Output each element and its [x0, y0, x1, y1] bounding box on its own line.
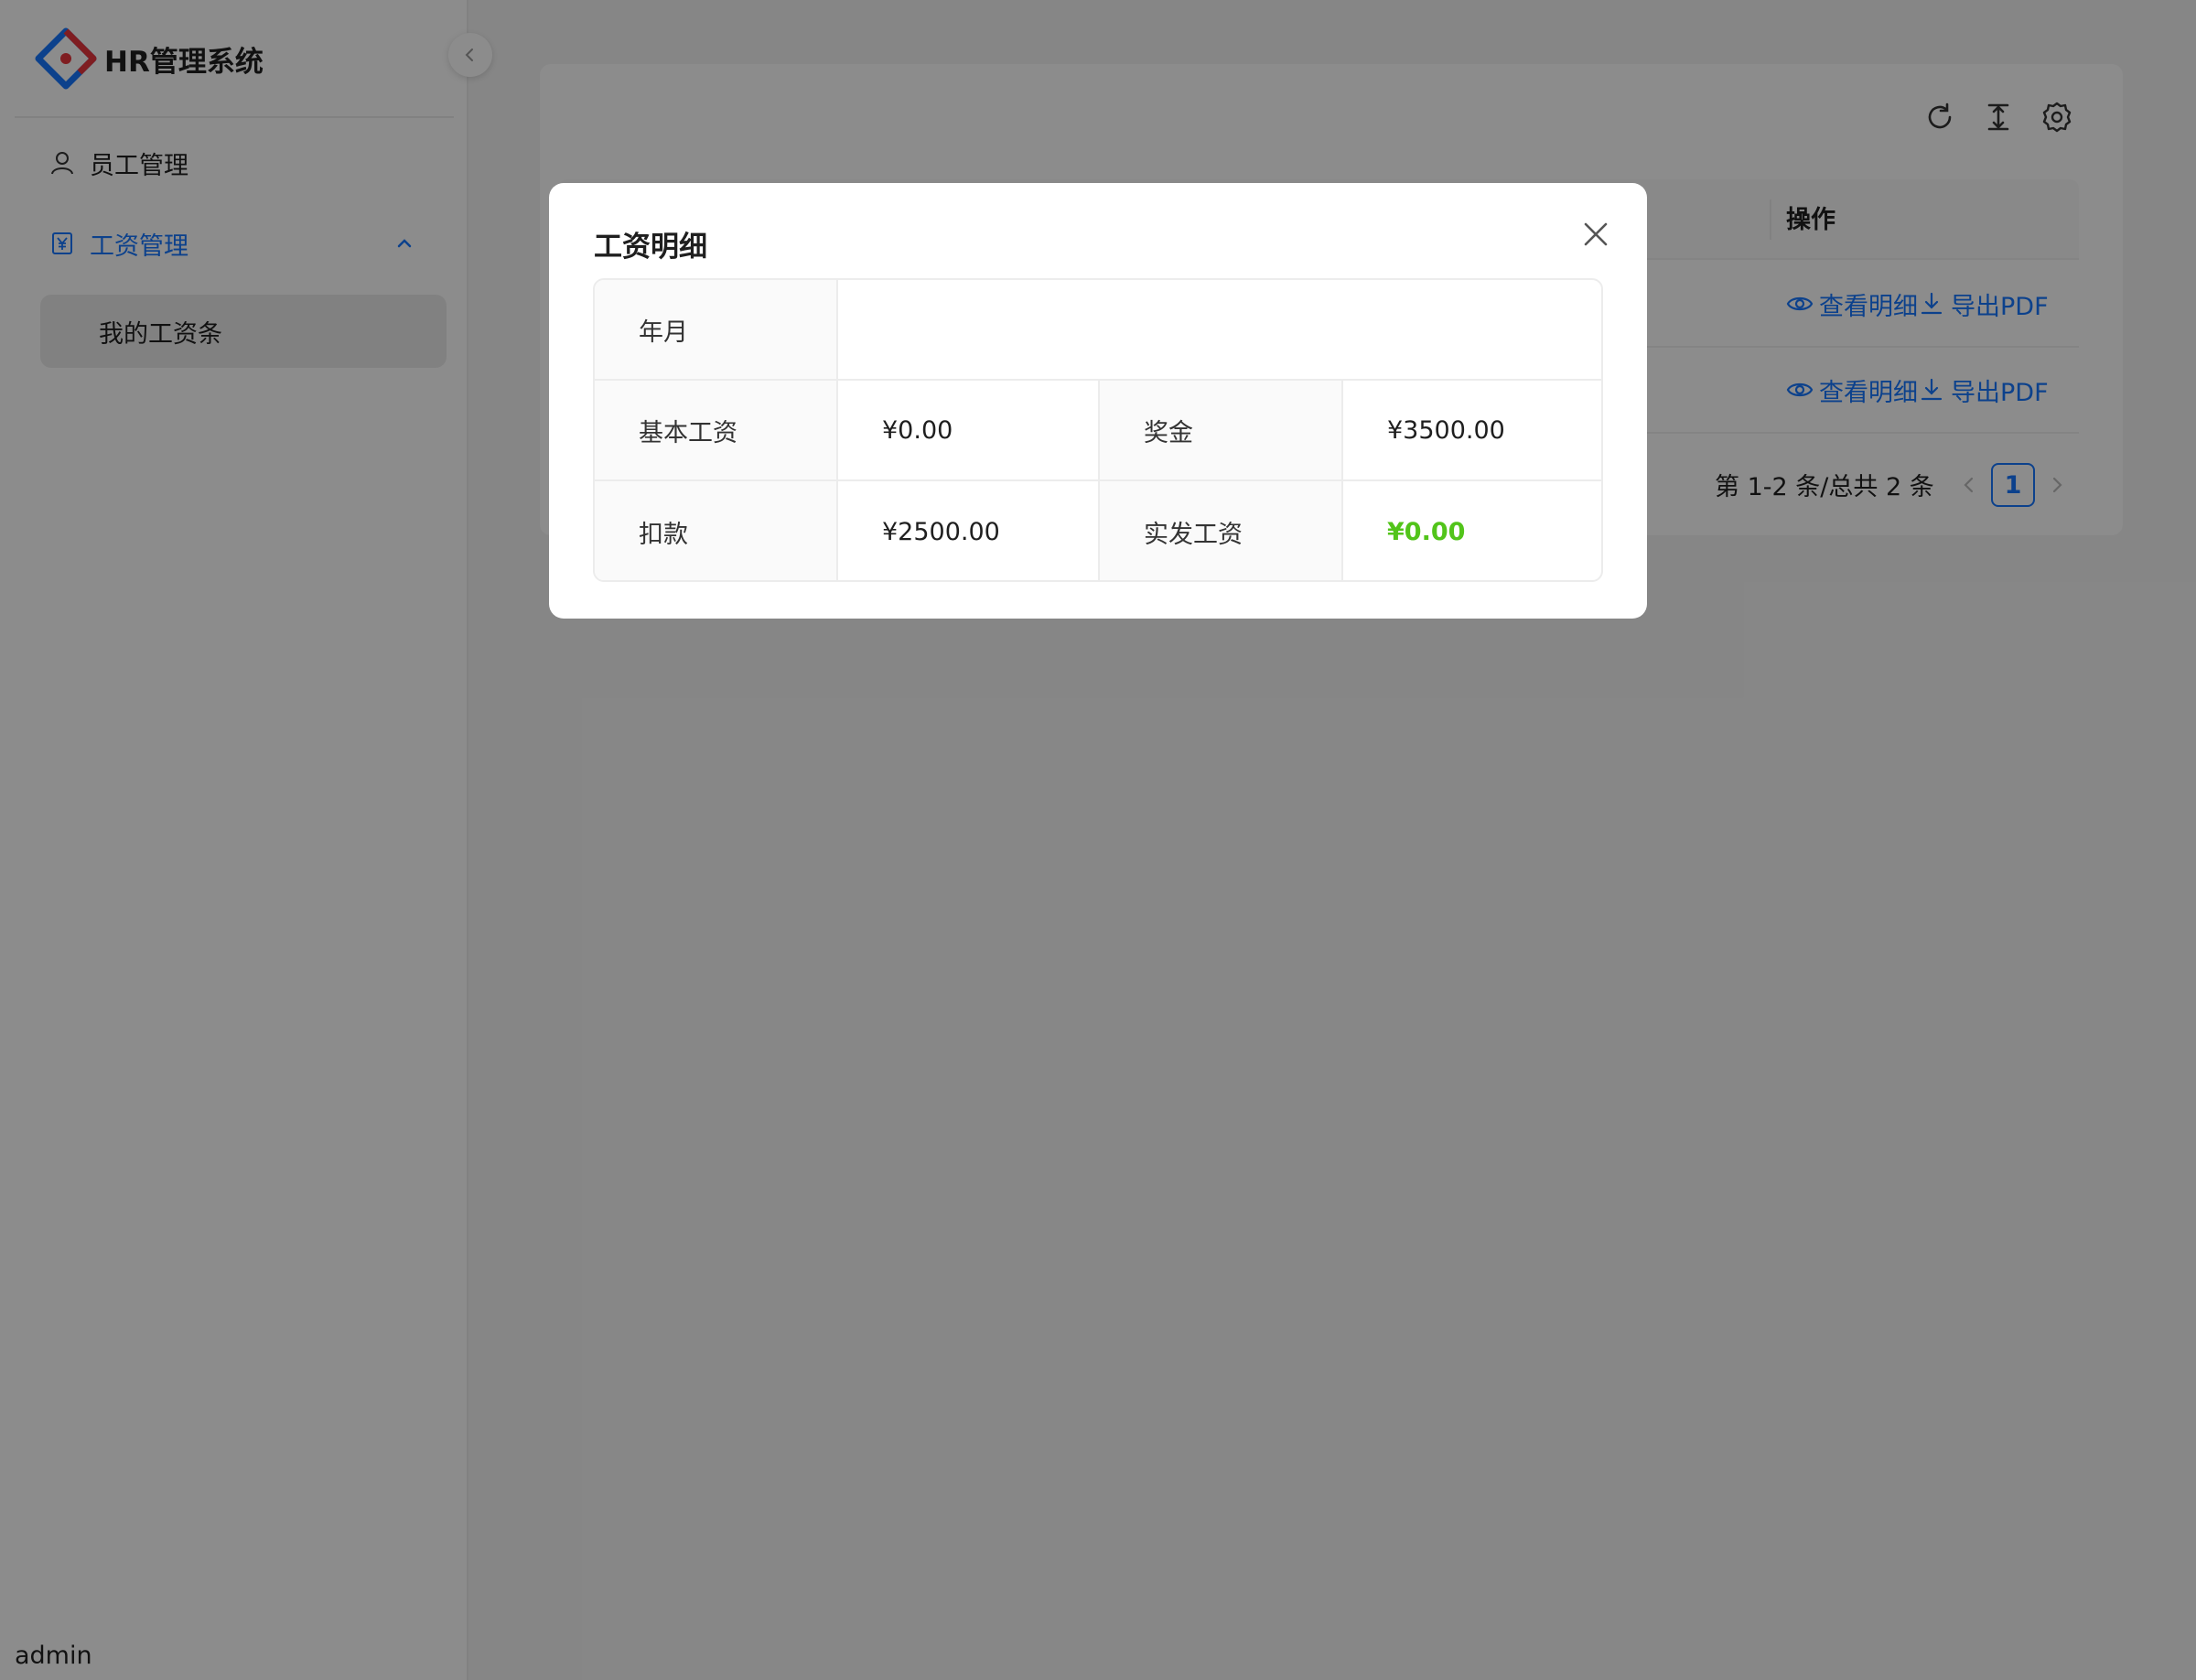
- close-icon: [1584, 222, 1608, 246]
- net-pay-label: 实发工资: [1100, 481, 1343, 580]
- modal-title: 工资明细: [594, 231, 707, 264]
- desc-row: 扣款 ¥2500.00 实发工资 ¥0.00: [595, 481, 1601, 580]
- salary-descriptions: 年月 基本工资 ¥0.00 奖金 ¥3500.00 扣款 ¥2500.00 实发…: [593, 278, 1603, 582]
- bonus-value: ¥3500.00: [1387, 415, 1505, 445]
- deduction-label: 扣款: [595, 481, 838, 580]
- year-month-value: [838, 280, 1601, 379]
- deduction-value: ¥2500.00: [838, 481, 1100, 580]
- desc-row: 基本工资 ¥0.00 奖金 ¥3500.00: [595, 381, 1601, 481]
- year-month-label: 年月: [595, 280, 838, 379]
- close-button[interactable]: [1577, 216, 1614, 253]
- desc-row: 年月: [595, 280, 1601, 381]
- salary-detail-modal: 工资明细 年月 基本工资 ¥0.00 奖金 ¥3500.00 扣款 ¥2500.…: [549, 183, 1647, 619]
- net-pay-value: ¥0.00: [1387, 517, 1466, 546]
- base-salary-label: 基本工资: [595, 381, 838, 479]
- bonus-label: 奖金: [1100, 381, 1343, 479]
- base-salary-value: ¥0.00: [838, 381, 1100, 479]
